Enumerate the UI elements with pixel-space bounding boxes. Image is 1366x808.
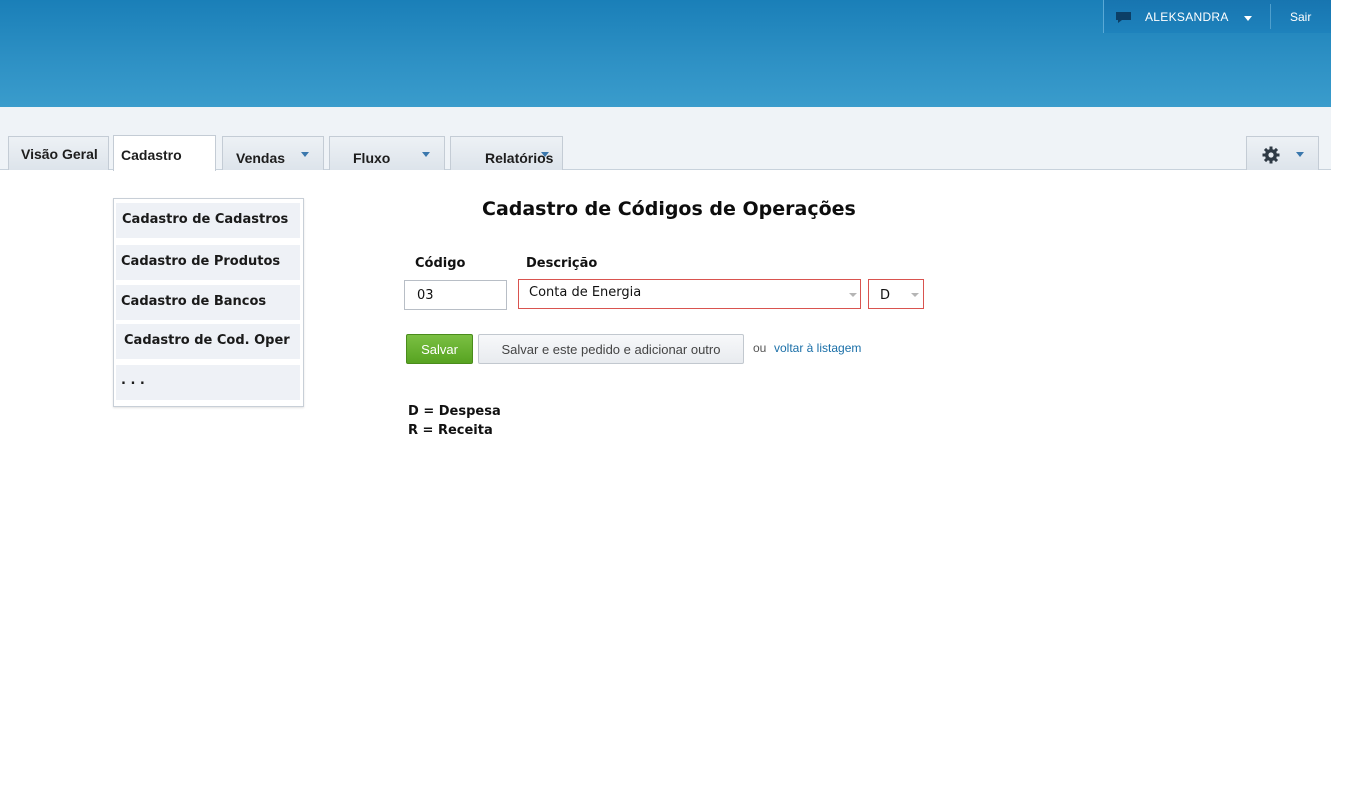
gear-icon bbox=[1262, 146, 1280, 164]
tab-fluxo[interactable]: Fluxo bbox=[329, 136, 445, 170]
code-input[interactable]: 03 bbox=[404, 280, 507, 310]
menu-item-label: Cadastro de Cod. Oper bbox=[124, 333, 290, 348]
legend-receita: R = Receita bbox=[408, 423, 493, 438]
menu-item-cadastro-de-bancos[interactable]: Cadastro de Bancos bbox=[116, 285, 300, 320]
code-value: 03 bbox=[417, 287, 434, 303]
menu-item-cadastro-de-produtos[interactable]: Cadastro de Produtos bbox=[116, 245, 300, 280]
chevron-down-icon bbox=[301, 152, 309, 157]
menu-item-more[interactable]: . . . bbox=[116, 365, 300, 400]
chevron-down-icon bbox=[422, 152, 430, 157]
legend-despesa: D = Despesa bbox=[408, 404, 501, 419]
menu-item-cadastro-de-cadastros[interactable]: Cadastro de Cadastros bbox=[116, 203, 300, 238]
description-select[interactable]: Conta de Energia bbox=[518, 279, 861, 309]
chevron-down-icon[interactable] bbox=[1244, 16, 1252, 21]
divider bbox=[1270, 4, 1271, 29]
logout-button[interactable]: Sair bbox=[1290, 10, 1311, 24]
chevron-down-icon bbox=[911, 293, 919, 297]
save-button[interactable]: Salvar bbox=[406, 334, 473, 364]
chat-icon[interactable] bbox=[1115, 11, 1132, 24]
tab-label: Vendas bbox=[236, 150, 286, 166]
tab-visao-geral[interactable]: Visão Geral bbox=[8, 136, 109, 170]
description-label: Descrição bbox=[526, 256, 598, 271]
menu-item-cadastro-de-cod-oper[interactable]: Cadastro de Cod. Oper bbox=[116, 324, 300, 359]
menu-item-label: Cadastro de Bancos bbox=[121, 294, 267, 309]
user-bar: ALEKSANDRA Sair bbox=[1103, 0, 1331, 33]
tab-label: Visão Geral bbox=[21, 146, 98, 162]
chevron-down-icon bbox=[849, 293, 857, 297]
or-text: ou bbox=[753, 341, 767, 355]
menu-item-label: . . . bbox=[121, 373, 145, 388]
menu-item-label: Cadastro de Cadastros bbox=[122, 212, 289, 227]
nav-bar: Visão Geral Cadastro Vendas Fluxo Relató… bbox=[0, 107, 1331, 171]
save-and-add-button[interactable]: Salvar e este pedido e adicionar outro bbox=[478, 334, 744, 364]
back-to-list-link[interactable]: voltar à listagem bbox=[774, 341, 861, 355]
tab-label: Cadastro bbox=[121, 147, 182, 163]
operation-type-select[interactable]: D bbox=[868, 279, 924, 309]
tab-vendas[interactable]: Vendas bbox=[222, 136, 324, 170]
tab-cadastro[interactable]: Cadastro bbox=[113, 135, 216, 171]
page-title: Cadastro de Códigos de Operações bbox=[482, 198, 856, 220]
settings-button[interactable] bbox=[1246, 136, 1319, 170]
menu-item-label: Cadastro de Produtos bbox=[121, 254, 281, 269]
tab-relatorios[interactable]: Relatórios bbox=[450, 136, 563, 170]
code-label: Código bbox=[415, 256, 466, 271]
tab-label: Fluxo bbox=[353, 150, 391, 166]
chevron-down-icon bbox=[1296, 152, 1304, 157]
chevron-down-icon bbox=[541, 152, 549, 157]
cadastro-dropdown-menu: Cadastro de Cadastros Cadastro de Produt… bbox=[113, 198, 304, 407]
type-value: D bbox=[880, 288, 891, 303]
description-value: Conta de Energia bbox=[529, 285, 642, 300]
user-name[interactable]: ALEKSANDRA bbox=[1145, 10, 1229, 24]
